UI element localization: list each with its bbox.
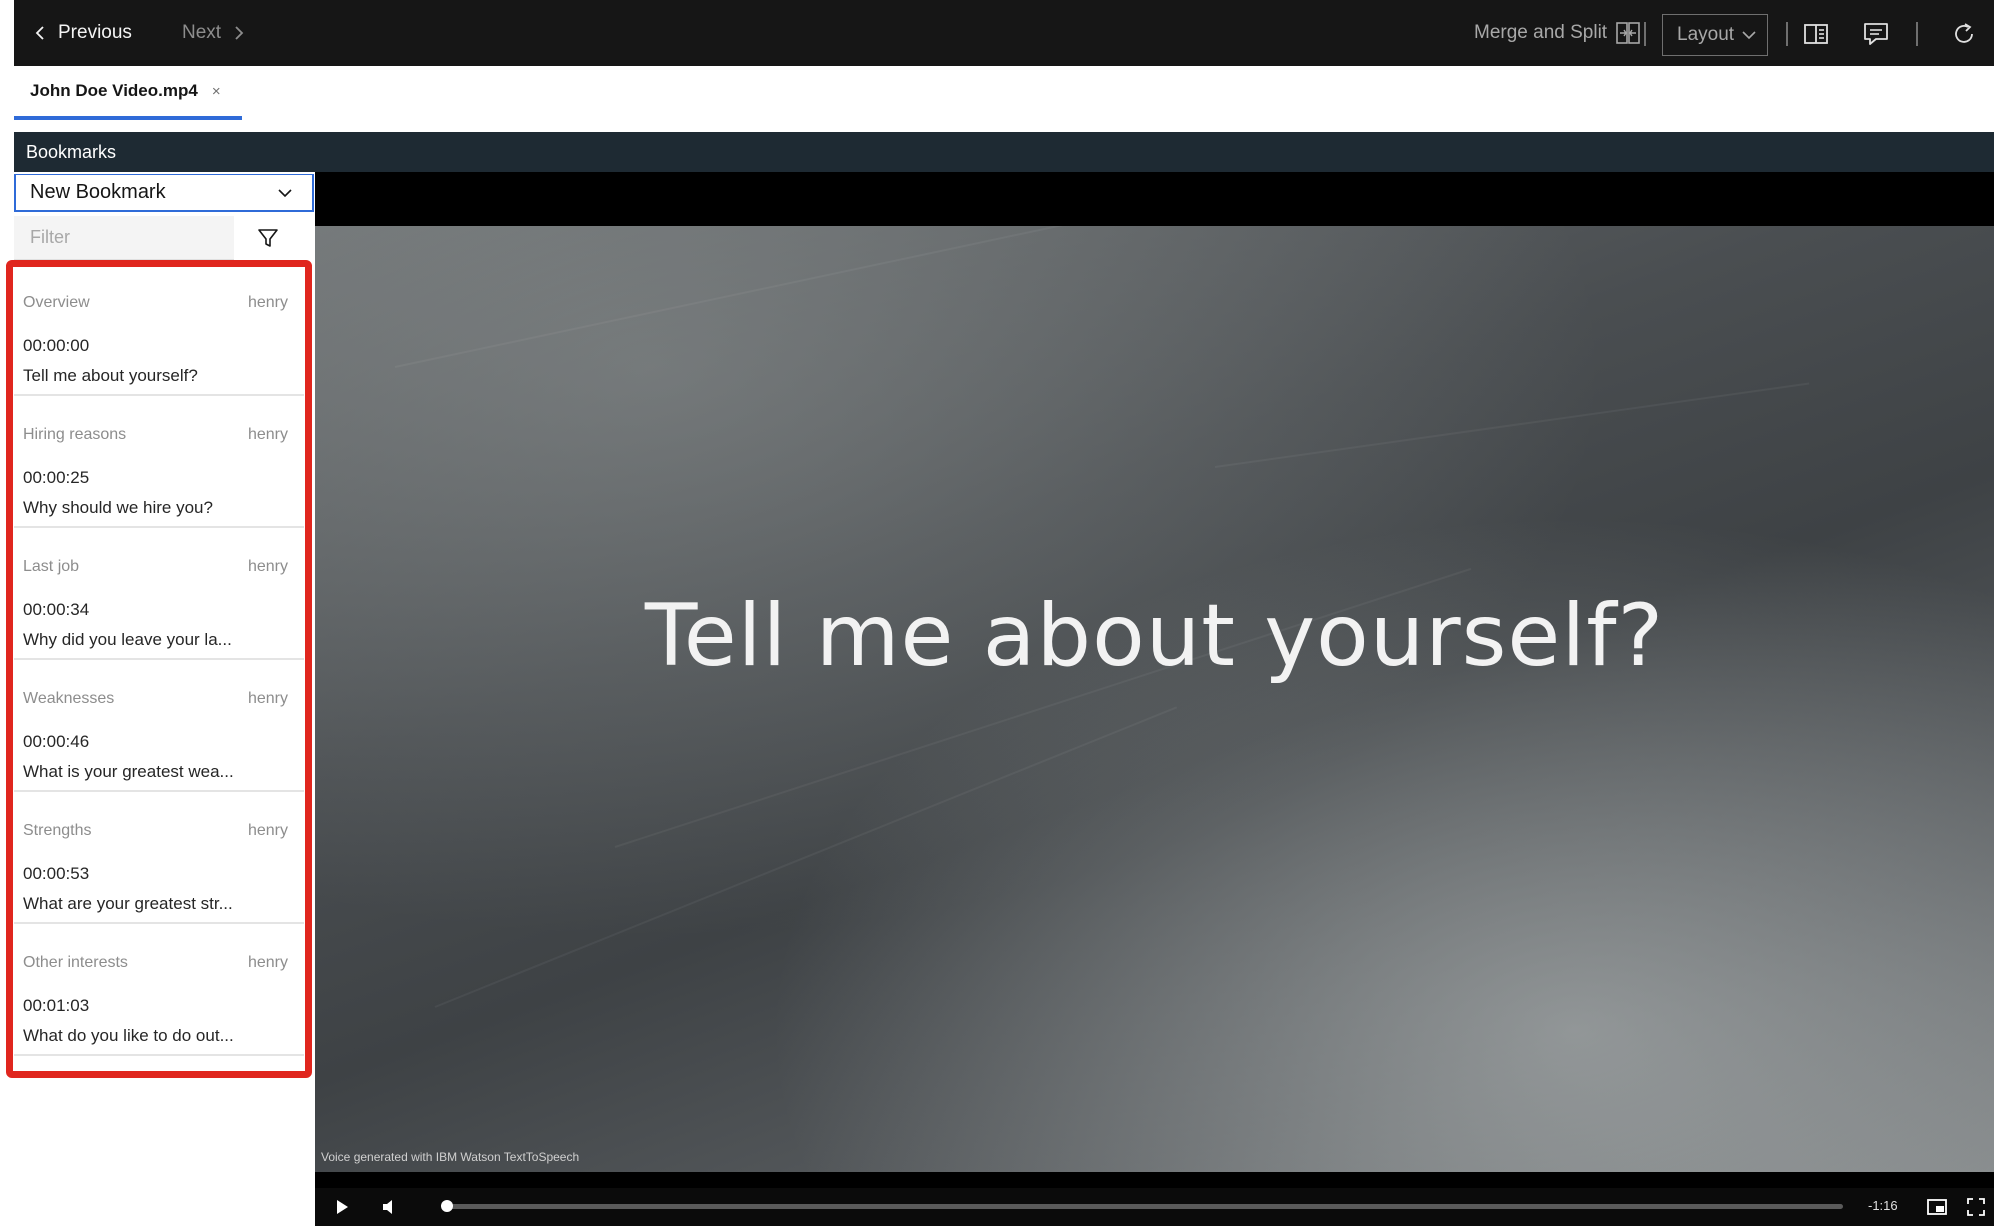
- play-icon[interactable]: [333, 1198, 351, 1216]
- tab-john-doe-video[interactable]: John Doe Video.mp4 ×: [14, 66, 242, 120]
- layout-label: Layout: [1677, 24, 1735, 45]
- video-frame[interactable]: Tell me about yourself? Voice generated …: [315, 226, 1994, 1172]
- new-bookmark-label: New Bookmark: [30, 181, 166, 203]
- bookmark-question: Why should we hire you?: [23, 498, 213, 517]
- texture-streak: [394, 226, 1080, 368]
- bookmark-item[interactable]: Strengths henry 00:00:53 What are your g…: [14, 792, 304, 924]
- merge-split-icon: [1616, 22, 1640, 44]
- bookmark-item[interactable]: Last job henry 00:00:34 Why did you leav…: [14, 528, 304, 660]
- app: Previous Next Merge and Split Layout Joh…: [6, 0, 1994, 1226]
- chevron-right-icon: [235, 26, 244, 40]
- video-player[interactable]: Tell me about yourself? Voice generated …: [315, 172, 1994, 1226]
- bookmark-time: 00:00:25: [23, 468, 90, 487]
- bookmark-category: Overview: [23, 294, 90, 311]
- fullscreen-icon[interactable]: [1967, 1198, 1985, 1216]
- previous-button[interactable]: Previous: [34, 0, 132, 66]
- previous-label: Previous: [58, 22, 132, 43]
- bookmark-item[interactable]: Other interests henry 00:01:03 What do y…: [14, 924, 304, 1056]
- progress-bar[interactable]: [441, 1200, 1843, 1212]
- top-toolbar: Previous Next Merge and Split Layout: [14, 0, 1994, 66]
- picture-in-picture-icon[interactable]: [1927, 1198, 1947, 1216]
- toolbar-divider: [1644, 22, 1646, 46]
- bookmark-category: Weaknesses: [23, 690, 115, 707]
- bookmark-question: What is your greatest wea...: [23, 762, 234, 781]
- bookmark-category: Other interests: [23, 954, 128, 971]
- bookmark-time: 00:01:03: [23, 996, 90, 1015]
- bookmark-time: 00:00:53: [23, 864, 90, 883]
- bookmark-question: What do you like to do out...: [23, 1026, 234, 1045]
- layout-dropdown[interactable]: Layout: [1662, 14, 1768, 56]
- chevron-left-icon: [35, 26, 44, 40]
- bookmark-user: henry: [247, 558, 288, 575]
- bookmark-user: henry: [247, 954, 288, 971]
- bookmark-list: Overview henry 00:00:00 Tell me about yo…: [14, 264, 304, 1058]
- chevron-down-icon: [1742, 31, 1756, 40]
- filter-input[interactable]: [14, 216, 234, 260]
- tab-label: John Doe Video.mp4: [30, 81, 198, 100]
- bookmark-user: henry: [247, 690, 288, 707]
- volume-icon[interactable]: [381, 1198, 399, 1216]
- texture-streak: [1214, 382, 1810, 468]
- bookmarks-sidebar: New Bookmark Overview henry 00:00:00 Tel…: [14, 172, 314, 1226]
- bookmark-category: Last job: [23, 558, 80, 575]
- filter-icon[interactable]: [254, 224, 282, 252]
- bookmark-question: Why did you leave your la...: [23, 630, 232, 649]
- chevron-down-icon: [278, 189, 292, 198]
- bookmark-question: What are your greatest str...: [23, 894, 233, 913]
- comment-icon[interactable]: [1862, 20, 1890, 48]
- bookmark-user: henry: [247, 426, 288, 443]
- next-button[interactable]: Next: [182, 0, 245, 66]
- bookmark-category: Strengths: [23, 822, 92, 839]
- time-remaining: -1:16: [1868, 1198, 1898, 1213]
- refresh-icon[interactable]: [1950, 20, 1978, 48]
- bookmark-time: 00:00:00: [23, 336, 90, 355]
- toolbar-divider: [1786, 22, 1788, 46]
- new-bookmark-dropdown[interactable]: New Bookmark: [14, 174, 314, 212]
- texture-streak: [434, 706, 1178, 1008]
- bookmark-item[interactable]: Hiring reasons henry 00:00:25 Why should…: [14, 396, 304, 528]
- voice-credit: Voice generated with IBM Watson TextToSp…: [321, 1150, 580, 1164]
- video-controls: -1:16: [315, 1188, 1994, 1226]
- bookmark-item[interactable]: Overview henry 00:00:00 Tell me about yo…: [14, 264, 304, 396]
- side-panel-icon[interactable]: [1802, 20, 1830, 48]
- merge-and-split-label: Merge and Split: [1474, 22, 1608, 43]
- bookmark-question: Tell me about yourself?: [23, 366, 198, 385]
- merge-and-split-button[interactable]: Merge and Split: [1474, 0, 1641, 66]
- bookmark-user: henry: [247, 822, 288, 839]
- progress-handle[interactable]: [441, 1200, 453, 1212]
- close-icon[interactable]: ×: [212, 83, 221, 100]
- bookmark-time: 00:00:46: [23, 732, 90, 751]
- bookmark-time: 00:00:34: [23, 600, 90, 619]
- toolbar-divider: [1916, 22, 1918, 46]
- bookmark-item[interactable]: Weaknesses henry 00:00:46 What is your g…: [14, 660, 304, 792]
- video-caption-text: Tell me about yourself?: [644, 586, 1665, 686]
- next-label: Next: [182, 22, 222, 43]
- bookmark-user: henry: [247, 294, 288, 311]
- tab-bar: John Doe Video.mp4 ×: [14, 66, 1994, 132]
- bookmarks-header: Bookmarks: [14, 132, 1994, 172]
- bookmark-category: Hiring reasons: [23, 426, 127, 443]
